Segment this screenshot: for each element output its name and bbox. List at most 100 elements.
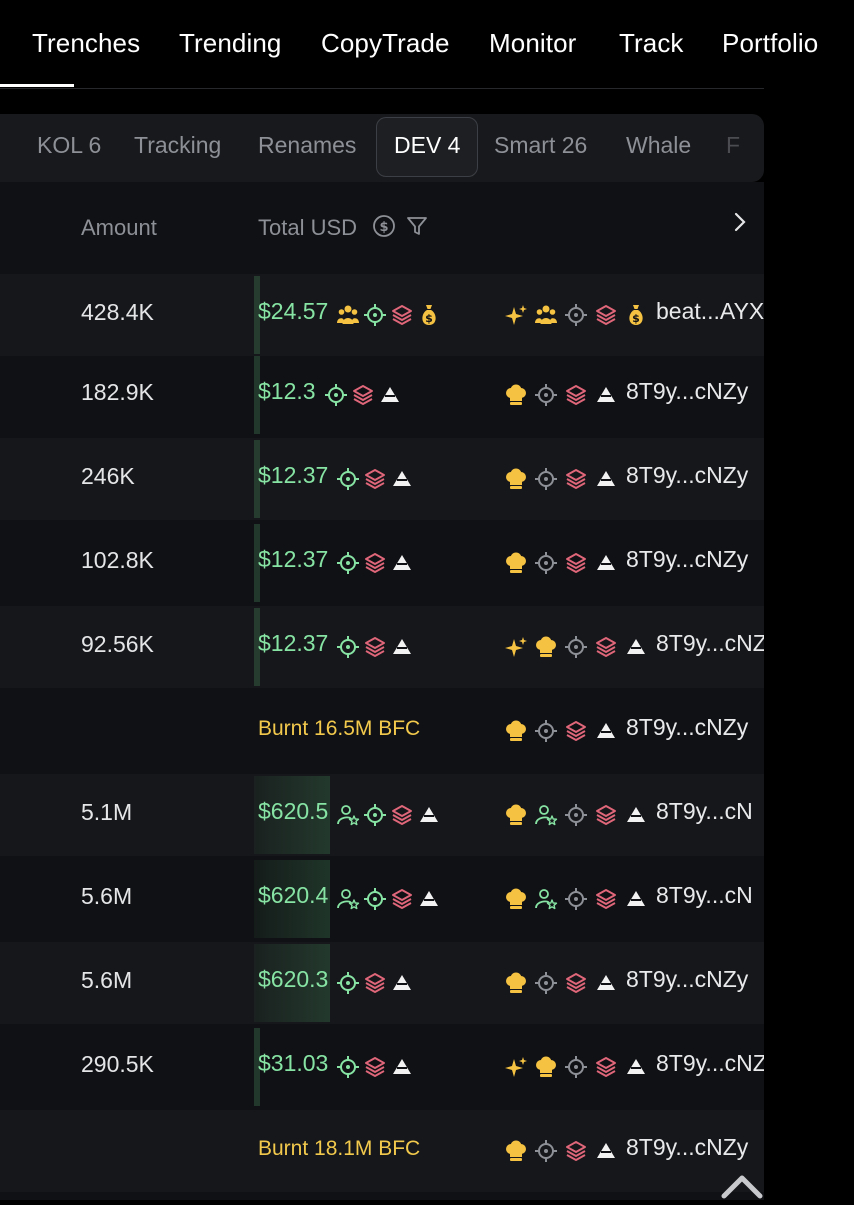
nav-tab-track[interactable]: Track (619, 28, 684, 59)
filter-tab-renames[interactable]: Renames (258, 132, 356, 159)
maker-tag-icons (504, 802, 648, 828)
triangle-icon (390, 635, 414, 659)
maker-address-link[interactable]: 8T9y...cNZy (626, 714, 748, 741)
filter-tab-whale[interactable]: Whale (626, 132, 691, 159)
amount-cell: 182.9K (81, 379, 154, 405)
amount-cell: 428.4K (81, 299, 154, 325)
chef-hat-icon (534, 635, 558, 659)
maker-address-link[interactable]: beat...AYX (656, 298, 764, 325)
group-icon (336, 303, 360, 327)
chef-hat-icon (504, 383, 528, 407)
maker-tag-icons (504, 886, 648, 912)
target-icon (534, 467, 558, 491)
table-row[interactable]: 5.6M $620.4 8T9y...cN (0, 858, 764, 940)
table-row[interactable]: 290.5K $31.03 8T9y...cNZ (0, 1026, 764, 1108)
sparkle-icon (504, 1055, 528, 1079)
layers-icon (564, 1139, 588, 1163)
trades-table: Amount Total USD $ 428.4K $24.57 $ $ beat...… (0, 182, 764, 1200)
nav-tab-trenches[interactable]: Trenches (32, 28, 140, 59)
chef-hat-icon (504, 887, 528, 911)
table-row[interactable]: 428.4K $24.57 $ $ beat...AYX (0, 274, 764, 356)
group-icon (534, 303, 558, 327)
top-nav: Trenches Trending CopyTrade Monitor Trac… (0, 0, 854, 89)
nav-tab-trending[interactable]: Trending (179, 28, 281, 59)
table-row[interactable]: 5.6M $620.3 8T9y...cNZy (0, 942, 764, 1024)
filter-tab-dev[interactable]: DEV 4 (394, 132, 460, 159)
layers-icon (363, 467, 387, 491)
table-row[interactable]: 246K $12.37 8T9y...cNZy (0, 438, 764, 520)
table-row[interactable]: Burnt 16.5M BFC 8T9y...cNZy (0, 690, 764, 772)
triangle-icon (390, 1055, 414, 1079)
amount-cell: 5.6M (81, 883, 133, 909)
maker-tag-icons (504, 1054, 648, 1080)
maker-address-link[interactable]: 8T9y...cNZy (626, 1134, 748, 1161)
filter-tab-kol[interactable]: KOL 6 (37, 132, 101, 159)
maker-address-link[interactable]: 8T9y...cNZy (626, 546, 748, 573)
maker-tag-icons (504, 634, 648, 660)
triangle-icon (594, 719, 618, 743)
filter-icon[interactable] (405, 214, 429, 243)
total-usd-cell: $12.37 (258, 462, 329, 488)
filter-tab-smart[interactable]: Smart 26 (494, 132, 587, 159)
maker-tag-icons (504, 970, 618, 996)
amount-cell: 290.5K (81, 1051, 154, 1077)
total-usd-cell: $31.03 (258, 1050, 329, 1076)
target-icon (336, 551, 360, 575)
scroll-to-top-icon[interactable] (718, 1168, 766, 1205)
target-icon (564, 803, 588, 827)
triangle-icon (390, 551, 414, 575)
maker-address-link[interactable]: 8T9y...cNZ (656, 1050, 764, 1077)
currency-toggle-icon[interactable]: $ (372, 214, 396, 243)
target-icon (336, 1055, 360, 1079)
usd-tag-icons (336, 802, 441, 828)
chevron-right-icon[interactable] (730, 210, 750, 239)
filter-tab-tracking[interactable]: Tracking (134, 132, 221, 159)
triangle-icon (594, 383, 618, 407)
target-icon (534, 1139, 558, 1163)
nav-tab-copytrade[interactable]: CopyTrade (321, 28, 450, 59)
filter-tab-partial-right[interactable]: F (726, 132, 740, 159)
maker-address-link[interactable]: 8T9y...cN (656, 798, 753, 825)
layers-icon (564, 971, 588, 995)
chef-hat-icon (504, 551, 528, 575)
maker-address-link[interactable]: 8T9y...cNZy (626, 966, 748, 993)
usd-tag-icons (336, 1054, 414, 1080)
triangle-icon (624, 635, 648, 659)
filter-tabs: l KOL 6 Tracking Renames DEV 4 Smart 26 … (0, 114, 764, 182)
maker-address-link[interactable]: 8T9y...cN (656, 882, 753, 909)
user-star-icon (534, 803, 558, 827)
sparkle-icon (504, 303, 528, 327)
maker-address-link[interactable]: 8T9y...cNZ (656, 630, 764, 657)
amount-cell: 102.8K (81, 547, 154, 573)
usd-tag-icons (336, 886, 441, 912)
total-usd-cell: $24.57 (258, 298, 329, 324)
table-row[interactable]: 182.9K $12.3 8T9y...cNZy (0, 354, 764, 436)
triangle-icon (594, 1139, 618, 1163)
table-row[interactable]: 102.8K $12.37 8T9y...cNZy (0, 522, 764, 604)
layers-icon (564, 383, 588, 407)
table-row[interactable]: 92.56K $12.37 8T9y...cNZ (0, 606, 764, 688)
layers-icon (564, 551, 588, 575)
usd-tag-icons (336, 550, 414, 576)
layers-icon (351, 383, 375, 407)
layers-icon (390, 303, 414, 327)
table-row[interactable]: Burnt 18.1M BFC 8T9y...cNZy (0, 1110, 764, 1192)
target-icon (336, 971, 360, 995)
triangle-icon (390, 971, 414, 995)
filter-tab-partial-left[interactable]: l (0, 132, 1, 159)
maker-address-link[interactable]: 8T9y...cNZy (626, 378, 748, 405)
triangle-icon (624, 1055, 648, 1079)
layers-icon (564, 467, 588, 491)
chef-hat-icon (504, 803, 528, 827)
triangle-icon (594, 551, 618, 575)
table-row[interactable]: 5.1M $620.5 8T9y...cN (0, 774, 764, 856)
triangle-icon (624, 803, 648, 827)
nav-tab-monitor[interactable]: Monitor (489, 28, 576, 59)
sparkle-icon (504, 635, 528, 659)
maker-address-link[interactable]: 8T9y...cNZy (626, 462, 748, 489)
chef-hat-icon (504, 971, 528, 995)
user-star-icon (534, 887, 558, 911)
active-tab-indicator (0, 84, 74, 87)
nav-tab-portfolio[interactable]: Portfolio (722, 28, 818, 59)
header-amount: Amount (81, 215, 157, 240)
